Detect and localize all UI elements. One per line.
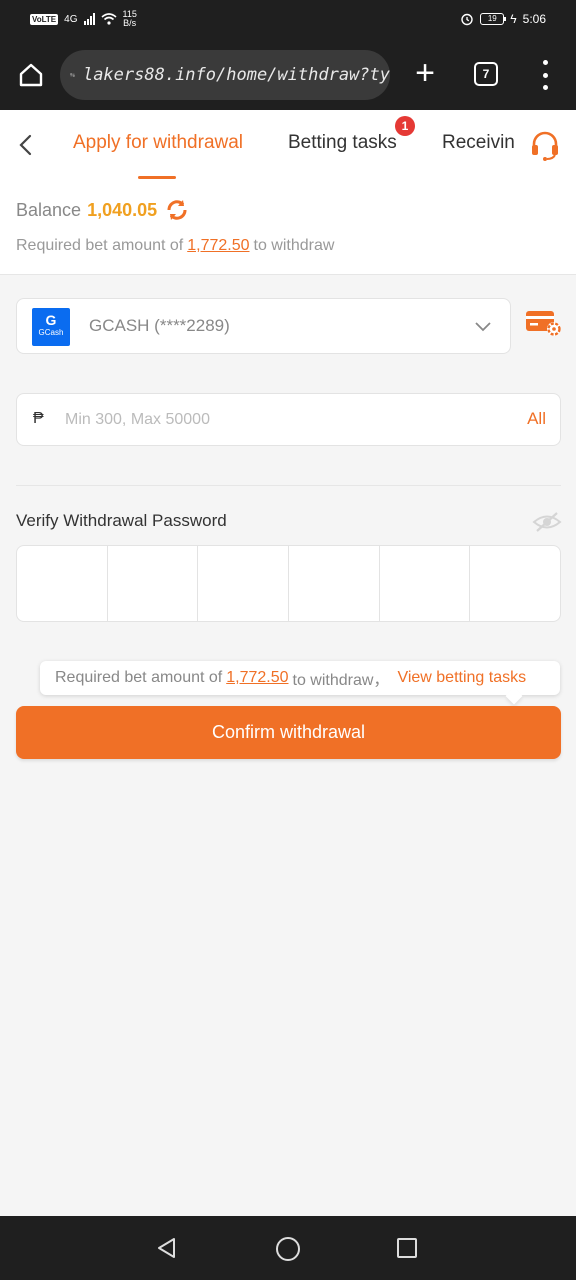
gcash-logo-text: GCash <box>38 328 64 337</box>
home-icon <box>19 63 43 87</box>
signal-icon <box>83 13 95 25</box>
url-text: lakers88.info/home/withdraw?ty <box>82 65 390 85</box>
back-icon[interactable] <box>14 130 38 160</box>
required-bet-info: Required bet amount of 1,772.50 to withdra… <box>16 237 334 255</box>
nav-home-icon[interactable] <box>276 1237 300 1261</box>
address-bar[interactable]: lakers88.info/home/withdraw?ty <box>60 50 390 100</box>
balance-row: Balance 1,040.05 <box>16 198 189 222</box>
card-settings-icon[interactable] <box>524 308 562 338</box>
status-right: 19 ϟ 5:06 <box>460 12 546 26</box>
volte-badge: VoLTE <box>30 13 59 25</box>
status-left: VoLTE 4G 115 B/s <box>30 10 137 28</box>
system-nav-bar <box>0 1216 576 1280</box>
browser-menu-button[interactable] <box>536 60 554 90</box>
new-tab-button[interactable]: + <box>408 56 442 92</box>
clock: 5:06 <box>522 12 546 26</box>
amount-input[interactable] <box>65 406 485 434</box>
gcash-logo: G GCash <box>32 308 70 346</box>
eye-off-icon[interactable] <box>532 510 562 534</box>
wifi-icon <box>100 13 117 25</box>
customer-support-button[interactable] <box>528 128 562 162</box>
pin-digit-6[interactable] <box>470 546 560 621</box>
amount-field[interactable]: ₱ All <box>16 393 561 446</box>
browser-home-button[interactable] <box>14 58 48 92</box>
pin-digit-3[interactable] <box>198 546 290 621</box>
refresh-icon[interactable] <box>165 198 189 222</box>
required-suffix: to withdraw <box>253 237 335 254</box>
chevron-down-icon <box>475 322 491 332</box>
notification-badge: 1 <box>395 116 415 136</box>
password-pin-input[interactable] <box>16 545 561 622</box>
confirm-withdrawal-button[interactable]: Confirm withdrawal <box>16 706 561 759</box>
headset-icon <box>532 131 558 161</box>
currency-symbol: ₱ <box>33 410 44 427</box>
pin-digit-5[interactable] <box>380 546 471 621</box>
alarm-icon <box>461 13 473 26</box>
all-amount-button[interactable]: All <box>527 409 546 429</box>
required-prefix: Required bet amount of <box>16 237 184 254</box>
active-tab-indicator <box>138 176 176 179</box>
status-bar: VoLTE 4G 115 B/s 19 ϟ 5:06 <box>0 0 576 40</box>
tab-switcher-button[interactable]: 7 <box>474 62 498 86</box>
pin-digit-4[interactable] <box>289 546 380 621</box>
tab-receiving[interactable]: Receiving <box>442 132 514 154</box>
tab-betting-tasks[interactable]: Betting tasks <box>288 132 397 154</box>
page-header: Apply for withdrawal Betting tasks 1 Rec… <box>0 110 576 180</box>
verify-password-label: Verify Withdrawal Password <box>16 511 227 530</box>
balance-section: Balance 1,040.05 Required bet amount of 1… <box>0 180 576 275</box>
tab-apply-withdrawal[interactable]: Apply for withdrawal <box>73 132 243 154</box>
pin-digit-2[interactable] <box>108 546 199 621</box>
gcash-logo-letter: G <box>45 312 57 328</box>
nav-recents-icon[interactable] <box>397 1238 417 1258</box>
selected-account: GCASH (****2289) <box>89 316 230 335</box>
tooltip-amount: 1,772.50 <box>226 669 289 686</box>
divider <box>16 485 561 486</box>
nav-back-icon[interactable] <box>155 1236 179 1260</box>
tooltip-suffix: to withdraw， <box>292 672 390 689</box>
pin-digit-1[interactable] <box>17 546 108 621</box>
battery-icon: 19 <box>480 13 507 25</box>
charging-icon: ϟ <box>510 12 517 26</box>
balance-label: Balance <box>16 199 82 220</box>
site-settings-icon <box>70 73 75 77</box>
browser-toolbar: lakers88.info/home/withdraw?ty + 7 <box>0 40 576 110</box>
bet-requirement-tooltip: Required bet amount of 1,772.50 to withdra… <box>40 661 560 695</box>
tooltip-prefix: Required bet amount of <box>55 669 223 686</box>
required-amount[interactable]: 1,772.50 <box>187 237 249 254</box>
network-speed: 115 B/s <box>122 9 137 28</box>
network-type: 4G <box>64 13 78 25</box>
view-betting-tasks-link[interactable]: View betting tasks <box>397 669 526 687</box>
balance-value: 1,040.05 <box>87 199 158 220</box>
withdrawal-account-select[interactable]: G GCash GCASH (****2289) <box>16 298 511 354</box>
